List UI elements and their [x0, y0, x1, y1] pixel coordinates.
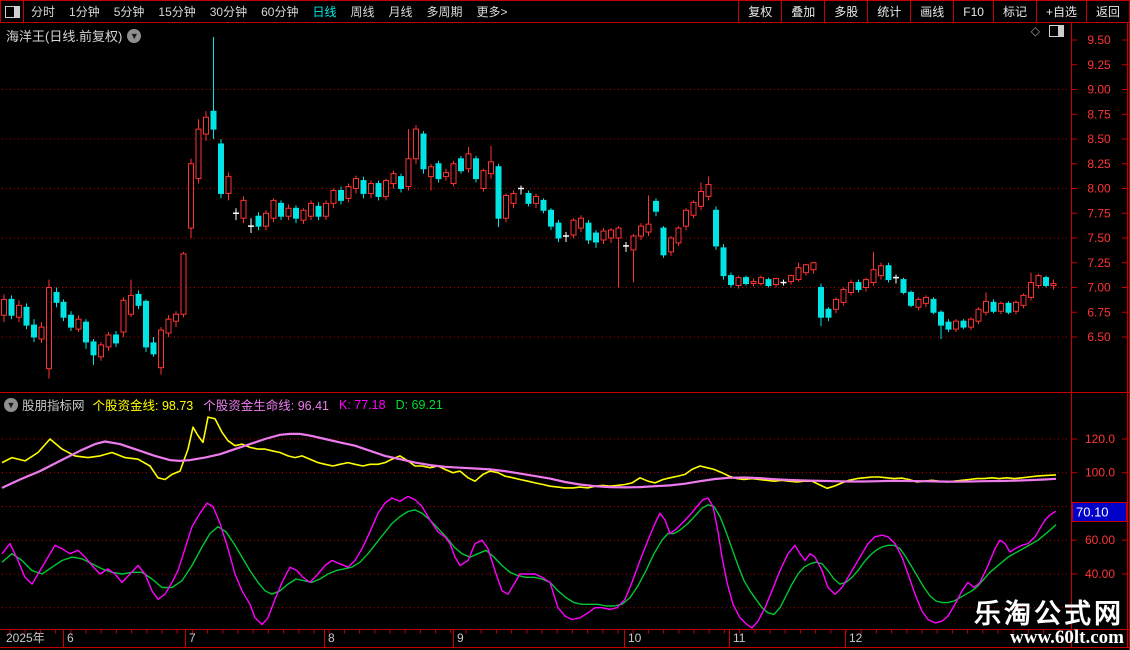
indicator-reading: D: 69.21 — [396, 398, 443, 412]
toolbar-tool-item[interactable]: 标记 — [993, 1, 1036, 22]
price-and-indicator-chart[interactable]: 9.50 9.25 9.00 8.75 8.50 8.25 8.00 7.75 7.50 7.25… — [0, 0, 1130, 650]
toolbar-period-item[interactable]: 日线 — [305, 3, 343, 20]
chart-corner-icons: ◇ — [1031, 24, 1064, 38]
month-label: 9 — [457, 631, 464, 645]
toolbar-period-item[interactable]: 5分钟 — [107, 3, 152, 20]
toolbar-period-item[interactable]: 15分钟 — [151, 3, 202, 20]
split-window-icon — [5, 6, 20, 18]
period-menu: 分时1分钟5分钟15分钟30分钟60分钟日线周线月线多周期更多> — [1, 1, 515, 22]
price-axis-label: 6.50 — [1087, 330, 1111, 344]
indicator-chevron-down-icon[interactable]: ▼ — [4, 398, 18, 412]
candles-layer — [2, 37, 1057, 379]
indicator-reading: 个股资金生命线: 96.41 — [203, 395, 329, 414]
stock-app-window: 分时1分钟5分钟15分钟30分钟60分钟日线周线月线多周期更多> 复权叠加多股统… — [0, 0, 1130, 650]
toolbar-period-item[interactable]: 更多> — [470, 3, 515, 20]
price-axis-label: 9.00 — [1087, 83, 1111, 97]
toolbar-period-item[interactable]: 1分钟 — [62, 3, 107, 20]
layout-toggle-button[interactable] — [1, 1, 24, 22]
chart-title-bar[interactable]: 海洋王(日线.前复权) ▼ — [6, 26, 141, 45]
price-axis: 9.50 9.25 9.00 8.75 8.50 8.25 8.00 7.75 7.50 7.25… — [1072, 33, 1128, 344]
watermark-url: www.60lt.com — [974, 628, 1124, 648]
page-title: 海洋王(日线.前复权) — [6, 26, 122, 45]
toolbar-tool-item[interactable]: 画线 — [910, 1, 953, 22]
price-axis-label: 9.25 — [1087, 58, 1111, 72]
panes-icon[interactable] — [1049, 25, 1064, 37]
indicator-axis-label: 120.0 — [1085, 432, 1115, 446]
toolbar-period-item[interactable]: 分时 — [24, 3, 62, 20]
toolbar-tool-item[interactable]: 返回 — [1086, 1, 1129, 22]
top-toolbar: 分时1分钟5分钟15分钟30分钟60分钟日线周线月线多周期更多> 复权叠加多股统… — [0, 0, 1130, 23]
indicator-reading: 个股资金线: 98.73 — [93, 395, 194, 414]
watermark-site-name: 乐淘公式网 — [974, 600, 1124, 628]
toolbar-tool-item[interactable]: F10 — [953, 1, 993, 22]
toolbar-tool-item[interactable]: 多股 — [824, 1, 867, 22]
toolbar-tool-item[interactable]: 复权 — [738, 1, 781, 22]
watermark: 乐淘公式网 www.60lt.com — [974, 600, 1124, 648]
price-axis-label: 8.00 — [1087, 182, 1111, 196]
k-line — [2, 496, 1056, 628]
month-label: 10 — [628, 631, 642, 645]
month-label: 12 — [849, 631, 863, 645]
diamond-icon[interactable]: ◇ — [1031, 24, 1040, 38]
price-axis-label: 7.50 — [1087, 231, 1111, 245]
toolbar-tool-item[interactable]: 统计 — [867, 1, 910, 22]
price-axis-label: 8.75 — [1087, 107, 1111, 121]
toolbar-period-item[interactable]: 多周期 — [420, 3, 470, 20]
toolbar-period-item[interactable]: 60分钟 — [254, 3, 305, 20]
toolbar-period-item[interactable]: 月线 — [382, 3, 420, 20]
indicator-value-badge: 70.10 — [1073, 502, 1127, 521]
toolbar-tool-item[interactable]: +自选 — [1036, 1, 1086, 22]
price-axis-label: 8.50 — [1087, 132, 1111, 146]
indicator-reading: K: 77.18 — [339, 398, 386, 412]
chevron-down-icon[interactable]: ▼ — [127, 29, 141, 43]
price-axis-label: 7.00 — [1087, 281, 1111, 295]
price-axis-label: 7.75 — [1087, 206, 1111, 220]
time-axis: 2025年6789101112 — [6, 630, 1059, 648]
tools-menu: 复权叠加多股统计画线F10标记+自选返回 — [738, 1, 1129, 22]
price-axis-label: 9.50 — [1087, 33, 1111, 47]
indicator-source-label: 股朋指标网 — [22, 395, 85, 414]
toolbar-period-item[interactable]: 周线 — [343, 3, 381, 20]
fund-line — [2, 417, 1056, 488]
price-axis-label: 7.25 — [1087, 256, 1111, 270]
indicator-axis-label: 40.00 — [1085, 567, 1115, 581]
indicator-series — [2, 417, 1056, 628]
toolbar-period-item[interactable]: 30分钟 — [203, 3, 254, 20]
indicator-header: ▼ 股朋指标网 个股资金线: 98.73 个股资金生命线: 96.41 K: 77.… — [4, 395, 449, 414]
price-axis-label: 8.25 — [1087, 157, 1111, 171]
price-axis-label: 6.75 — [1087, 305, 1111, 319]
indicator-axis-label: 100.0 — [1085, 466, 1115, 480]
life-line — [2, 434, 1056, 488]
indicator-gridlines — [2, 439, 1070, 608]
indicator-axis-label: 60.00 — [1085, 533, 1115, 547]
badge-value: 70.10 — [1076, 504, 1109, 519]
toolbar-tool-item[interactable]: 叠加 — [781, 1, 824, 22]
